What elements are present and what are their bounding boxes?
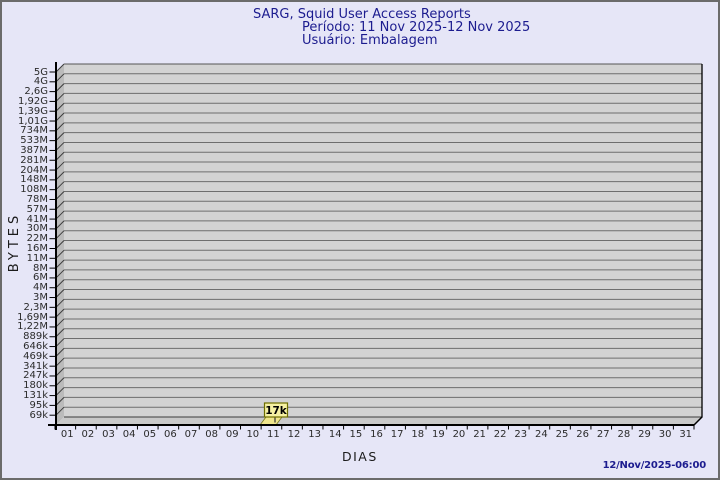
y-tick-label: 69k (29, 409, 48, 421)
bar-value-label: 17k (265, 405, 288, 417)
x-tick-label: 31 (679, 429, 693, 440)
x-axis-title: DIAS (342, 449, 378, 464)
generation-timestamp: 12/Nov/2025-06:00 (602, 460, 707, 471)
floor (56, 417, 702, 425)
chart-canvas: 17k (48, 62, 703, 430)
sarg-report-page: SARG, Squid User Access Reports Período:… (0, 0, 720, 480)
